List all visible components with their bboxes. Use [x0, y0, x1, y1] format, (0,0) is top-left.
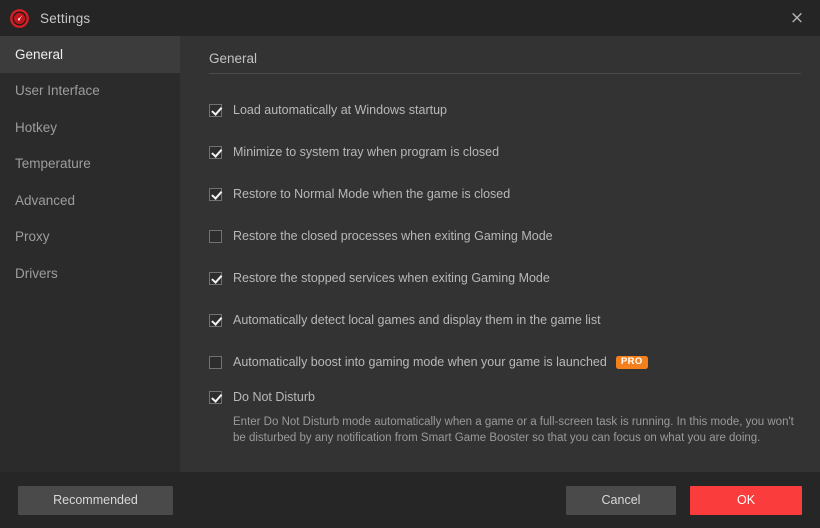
- recommended-button[interactable]: Recommended: [18, 485, 173, 515]
- option-label: Restore the closed processes when exitin…: [233, 229, 553, 243]
- sidebar-item-user-interface[interactable]: User Interface: [0, 73, 180, 110]
- sidebar-item-advanced[interactable]: Advanced: [0, 182, 180, 219]
- do-not-disturb-description: Enter Do Not Disturb mode automatically …: [233, 416, 794, 444]
- cancel-button[interactable]: Cancel: [566, 485, 676, 515]
- footer-bar: Recommended Cancel OK: [0, 472, 820, 528]
- sidebar-item-label: Drivers: [15, 265, 58, 281]
- checkbox-auto-boost-gaming-mode[interactable]: [209, 355, 222, 369]
- speedometer-gauge-icon: [9, 8, 30, 29]
- sidebar: General User Interface Hotkey Temperatur…: [0, 36, 180, 472]
- option-row-auto-boost-gaming-mode[interactable]: Automatically boost into gaming mode whe…: [209, 341, 820, 383]
- option-row-do-not-disturb[interactable]: Do Not Disturb: [209, 383, 820, 411]
- window-body: General User Interface Hotkey Temperatur…: [0, 36, 820, 472]
- section-heading: General: [209, 36, 801, 74]
- option-label: Minimize to system tray when program is …: [233, 145, 500, 159]
- sidebar-item-label: General: [15, 46, 64, 62]
- sidebar-item-temperature[interactable]: Temperature: [0, 146, 180, 183]
- option-row-restore-closed-processes[interactable]: Restore the closed processes when exitin…: [209, 215, 820, 257]
- option-label: Automatically detect local games and dis…: [233, 313, 601, 327]
- checkbox-restore-stopped-services[interactable]: [209, 271, 222, 285]
- checkbox-auto-detect-games[interactable]: [209, 313, 222, 327]
- option-label: Load automatically at Windows startup: [233, 103, 447, 117]
- checkbox-restore-normal-mode[interactable]: [209, 187, 222, 201]
- option-row-load-at-startup[interactable]: Load automatically at Windows startup: [209, 89, 820, 131]
- sidebar-item-proxy[interactable]: Proxy: [0, 219, 180, 256]
- title-bar: Settings ×: [0, 0, 820, 36]
- window-title: Settings: [40, 10, 91, 26]
- sidebar-item-drivers[interactable]: Drivers: [0, 255, 180, 292]
- option-row-auto-detect-games[interactable]: Automatically detect local games and dis…: [209, 299, 820, 341]
- option-row-restore-normal-mode[interactable]: Restore to Normal Mode when the game is …: [209, 173, 820, 215]
- checkbox-restore-closed-processes[interactable]: [209, 229, 222, 243]
- sidebar-item-label: Temperature: [15, 156, 91, 172]
- pro-badge[interactable]: PRO: [615, 355, 648, 369]
- settings-window: Settings × General User Interface Hotkey…: [0, 0, 820, 528]
- sidebar-item-label: Advanced: [15, 192, 76, 208]
- option-label: Restore to Normal Mode when the game is …: [233, 187, 511, 201]
- sidebar-item-hotkey[interactable]: Hotkey: [0, 109, 180, 146]
- checkbox-load-at-startup[interactable]: [209, 103, 222, 117]
- sidebar-item-label: User Interface: [15, 83, 100, 99]
- option-label: Restore the stopped services when exitin…: [233, 271, 550, 285]
- option-row-minimize-to-tray[interactable]: Minimize to system tray when program is …: [209, 131, 820, 173]
- sidebar-item-label: Hotkey: [15, 119, 58, 135]
- close-icon[interactable]: ×: [774, 0, 820, 36]
- options-list: Load automatically at Windows startup Mi…: [209, 89, 820, 446]
- option-label: Do Not Disturb: [233, 390, 315, 404]
- sidebar-item-general[interactable]: General: [0, 36, 180, 73]
- sidebar-item-label: Proxy: [15, 229, 50, 245]
- checkbox-do-not-disturb[interactable]: [209, 390, 222, 404]
- settings-content-panel: General Load automatically at Windows st…: [180, 36, 820, 472]
- option-label: Automatically boost into gaming mode whe…: [233, 355, 607, 369]
- option-row-restore-stopped-services[interactable]: Restore the stopped services when exitin…: [209, 257, 820, 299]
- ok-button[interactable]: OK: [690, 485, 802, 515]
- do-not-disturb-block: Do Not Disturb Enter Do Not Disturb mode…: [209, 383, 820, 446]
- checkbox-minimize-to-tray[interactable]: [209, 145, 222, 159]
